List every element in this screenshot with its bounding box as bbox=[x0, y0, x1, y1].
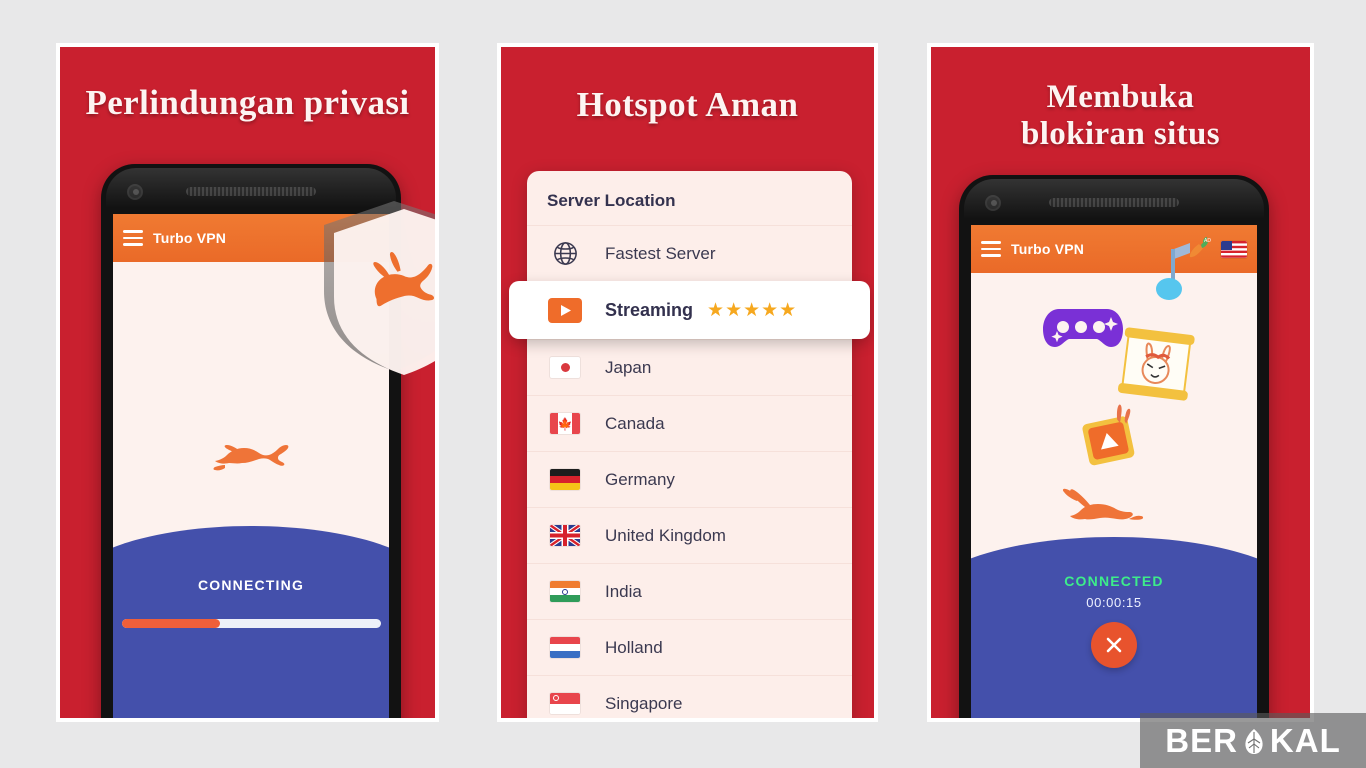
panel-title-3-line1: Membuka bbox=[1046, 79, 1195, 115]
panel-title-1: Perlindungan privasi bbox=[85, 83, 410, 122]
connection-timer: 00:00:15 bbox=[1086, 595, 1142, 610]
front-camera-icon bbox=[985, 195, 1001, 211]
panel-title-3-line2: blokiran situs bbox=[1020, 115, 1221, 152]
svg-text:AD: AD bbox=[1204, 238, 1211, 244]
flag-singapore-icon bbox=[547, 693, 583, 714]
watermark-text-right: KAL bbox=[1269, 721, 1341, 759]
phone-body-3: CONNECTED 00:00:15 bbox=[971, 243, 1257, 718]
music-note-icon bbox=[1156, 241, 1202, 310]
flag-japan-icon bbox=[547, 357, 583, 378]
video-play-badge-icon bbox=[1072, 397, 1151, 480]
watermark-text-left: BER bbox=[1165, 721, 1238, 759]
gamepad-icon bbox=[1041, 301, 1125, 358]
server-row-fastest-server[interactable]: Fastest Server bbox=[527, 225, 852, 281]
phone-screen-3: Turbo VPN AD CONNECTED 00:00:15 bbox=[971, 225, 1257, 718]
server-row-japan[interactable]: Japan bbox=[527, 339, 852, 395]
server-location-card: Server Location Fastest Server Streaming… bbox=[509, 171, 870, 718]
video-play-icon bbox=[547, 297, 583, 323]
server-row-label: Germany bbox=[605, 469, 675, 489]
server-row-singapore[interactable]: Singapore bbox=[527, 675, 852, 718]
connection-progress-fill bbox=[121, 619, 220, 628]
server-row-label: Holland bbox=[605, 637, 663, 657]
flag-united-kingdom-icon bbox=[547, 525, 583, 546]
close-x-icon bbox=[1106, 637, 1122, 653]
connection-status-3: CONNECTED 00:00:15 bbox=[971, 573, 1257, 668]
flag-holland-icon bbox=[547, 637, 583, 658]
phone-mockup-1: Turbo VPN CONNECTING bbox=[101, 164, 401, 718]
screenshot-stage: Perlindungan privasi Turbo VPN CONNECTIN… bbox=[0, 0, 1366, 768]
rabbit-running-icon bbox=[209, 429, 295, 482]
hamburger-icon[interactable] bbox=[981, 241, 1001, 257]
server-row-canada[interactable]: 🍁 Canada bbox=[527, 395, 852, 451]
promo-panel-hotspot: Hotspot Aman Server Location Fastest Ser… bbox=[497, 43, 878, 722]
app-bar-title-1: Turbo VPN bbox=[153, 230, 227, 246]
watermark-text: BER KAL bbox=[1165, 722, 1341, 760]
disconnect-button[interactable] bbox=[1091, 622, 1137, 668]
server-row-united-kingdom[interactable]: United Kingdom bbox=[527, 507, 852, 563]
connection-status-1: CONNECTING bbox=[113, 577, 389, 628]
watermark-berokal: BER KAL bbox=[1140, 713, 1366, 768]
server-row-label: Singapore bbox=[605, 693, 683, 713]
phone-mockup-3: Turbo VPN AD CONNECTED 00:00:15 bbox=[959, 175, 1269, 718]
earpiece-speaker-icon bbox=[186, 187, 316, 196]
rabbit-lying-icon bbox=[1055, 475, 1147, 538]
server-location-title: Server Location bbox=[547, 191, 676, 210]
panel-title-2: Hotspot Aman bbox=[576, 85, 799, 124]
app-bar-title-3: Turbo VPN bbox=[1011, 241, 1085, 257]
flag-germany-icon bbox=[547, 469, 583, 490]
leaf-emblem-icon bbox=[1239, 726, 1269, 756]
front-camera-icon bbox=[127, 184, 143, 200]
server-row-label: Japan bbox=[605, 357, 652, 377]
flag-india-icon bbox=[547, 581, 583, 602]
server-row-label: Fastest Server bbox=[605, 243, 716, 263]
server-row-india[interactable]: India bbox=[527, 563, 852, 619]
promo-panel-privacy: Perlindungan privasi Turbo VPN CONNECTIN… bbox=[56, 43, 439, 722]
rating-stars: ★★★★★ bbox=[707, 299, 798, 321]
phone-screen-1: Turbo VPN CONNECTING bbox=[113, 214, 389, 718]
panel-title-3: Membuka blokiran situs bbox=[931, 79, 1310, 153]
app-bar-1: Turbo VPN bbox=[113, 214, 389, 262]
phone-body-1: CONNECTING bbox=[113, 262, 389, 718]
hamburger-icon[interactable] bbox=[123, 230, 143, 246]
flag-canada-icon: 🍁 bbox=[547, 413, 583, 434]
server-row-streaming[interactable]: Streaming ★★★★★ bbox=[509, 281, 870, 339]
status-label-connected: CONNECTED bbox=[1064, 573, 1164, 589]
promo-panel-unblock: Membuka blokiran situs Turbo VPN AD CONN… bbox=[927, 43, 1314, 722]
server-row-label: India bbox=[605, 581, 642, 601]
server-row-label: United Kingdom bbox=[605, 525, 726, 545]
earpiece-speaker-icon bbox=[1049, 198, 1179, 207]
server-row-holland[interactable]: Holland bbox=[527, 619, 852, 675]
flag-usa-icon[interactable] bbox=[1221, 240, 1247, 258]
server-row-label: Streaming bbox=[605, 299, 694, 320]
connection-progress-bar bbox=[121, 619, 381, 628]
status-label-connecting: CONNECTING bbox=[197, 577, 305, 593]
globe-icon bbox=[547, 240, 583, 267]
app-bar-3: Turbo VPN AD bbox=[971, 225, 1257, 273]
server-row-germany[interactable]: Germany bbox=[527, 451, 852, 507]
server-row-label: Canada bbox=[605, 413, 665, 433]
